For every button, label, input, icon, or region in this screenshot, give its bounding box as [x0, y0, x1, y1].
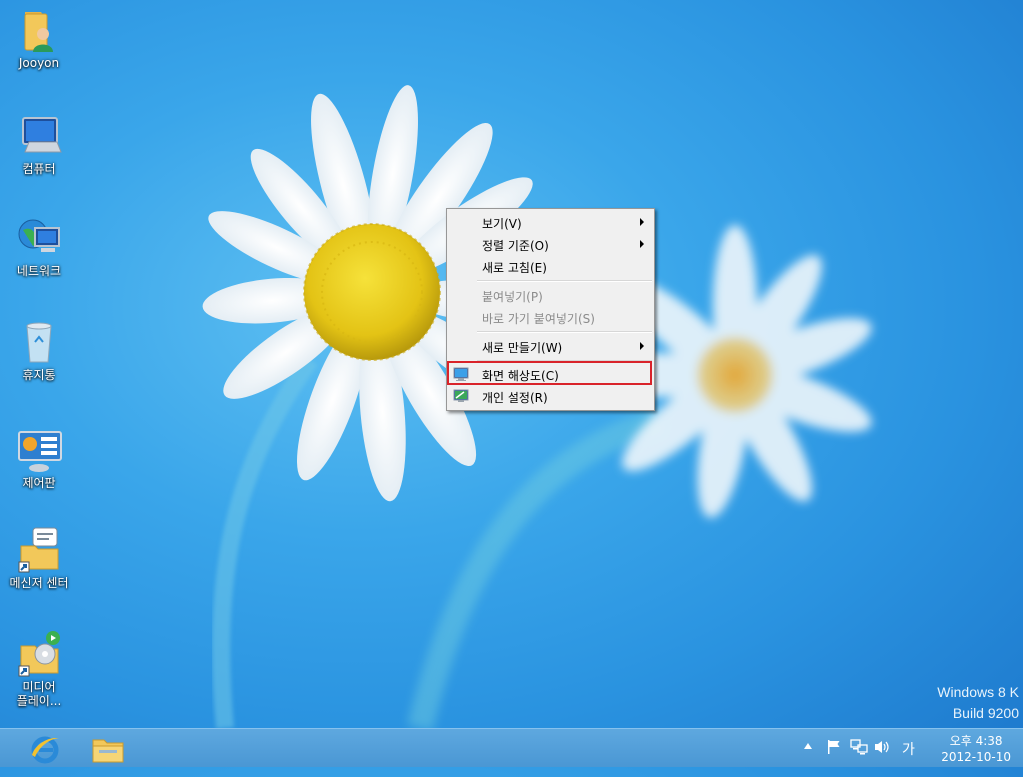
- desktop-icon-label: 네트워크: [16, 264, 62, 278]
- desktop-icon-media-player[interactable]: 미디어 플레이...: [0, 630, 79, 708]
- desktop-icon-jooyon[interactable]: Jooyon: [0, 6, 79, 70]
- desktop-icon-label: 메신저 센터: [9, 576, 69, 590]
- media-player-folder-icon: [15, 630, 63, 678]
- menu-item-refresh[interactable]: 새로 고침(E): [447, 255, 654, 277]
- desktop-icon-control-panel[interactable]: 제어판: [0, 426, 79, 490]
- submenu-arrow-icon: [640, 342, 644, 350]
- control-panel-icon: [15, 426, 63, 474]
- desktop-context-menu: 보기(V) 정렬 기준(O) 새로 고침(E) 붙여넣기(P) 바로 가기 붙여…: [446, 208, 655, 411]
- desktop-icon-messenger-center[interactable]: 메신저 센터: [0, 526, 79, 590]
- action-center-flag-icon[interactable]: [826, 739, 842, 777]
- menu-item-label: 개인 설정(R): [482, 391, 548, 405]
- desktop-icon-label: 컴퓨터: [22, 162, 56, 176]
- menu-item-label: 보기(V): [482, 217, 522, 231]
- clock-date: 2012-10-10: [941, 750, 1011, 764]
- taskbar-button-internet-explorer[interactable]: [16, 730, 74, 766]
- menu-item-label: 바로 가기 붙여넣기(S): [482, 312, 595, 326]
- menu-item-label: 정렬 기준(O): [482, 239, 549, 253]
- menu-item-paste-shortcut[interactable]: 바로 가기 붙여넣기(S): [447, 306, 654, 328]
- desktop-icon-label-line1: 미디어: [22, 680, 56, 694]
- desktop-icon-recycle-bin[interactable]: 휴지통: [0, 318, 79, 382]
- menu-item-label: 새로 고침(E): [482, 261, 547, 275]
- volume-icon[interactable]: [874, 739, 890, 777]
- internet-explorer-icon: [29, 733, 61, 769]
- menu-item-sort-by[interactable]: 정렬 기준(O): [447, 233, 654, 255]
- desktop-icon-label: 휴지통: [22, 368, 56, 382]
- desktop-icon-network[interactable]: 네트워크: [0, 214, 79, 278]
- taskbar: 가 오후 4:38 2012-10-10: [0, 728, 1023, 767]
- show-hidden-icons-chevron[interactable]: [804, 743, 812, 749]
- desktop-icon-label: Jooyon: [18, 56, 60, 70]
- network-icon[interactable]: [850, 739, 868, 777]
- messenger-center-icon: [15, 526, 63, 574]
- taskbar-button-file-explorer[interactable]: [79, 730, 137, 766]
- watermark-line2: Build 9200: [952, 705, 1019, 721]
- watermark-line1: Windows 8 K: [937, 684, 1019, 700]
- menu-item-label: 붙여넣기(P): [482, 290, 543, 304]
- menu-item-paste[interactable]: 붙여넣기(P): [447, 284, 654, 306]
- desktop-icon-label: 제어판: [22, 476, 56, 490]
- menu-item-view[interactable]: 보기(V): [447, 211, 654, 233]
- submenu-arrow-icon: [640, 240, 644, 248]
- personalize-icon: [453, 388, 469, 404]
- computer-icon: [15, 112, 63, 160]
- highlight-annotation-box: [447, 361, 652, 385]
- menu-item-label: 새로 만들기(W): [482, 341, 563, 355]
- clock[interactable]: 오후 4:38 2012-10-10: [941, 733, 1011, 765]
- desktop-icon-label-line2: 플레이...: [16, 694, 62, 708]
- desktop-icon-computer[interactable]: 컴퓨터: [0, 112, 79, 176]
- menu-item-personalize[interactable]: 개인 설정(R): [447, 385, 654, 407]
- recycle-bin-icon: [15, 318, 63, 366]
- menu-separator: [477, 280, 652, 282]
- menu-separator: [477, 331, 652, 333]
- submenu-arrow-icon: [640, 218, 644, 226]
- menu-item-new[interactable]: 새로 만들기(W): [447, 335, 654, 357]
- clock-time: 오후 4:38: [949, 734, 1003, 748]
- file-explorer-icon: [91, 734, 125, 768]
- user-folder-icon: [15, 6, 63, 54]
- windows-build-watermark: Windows 8 K Build 9200: [937, 684, 1019, 721]
- network-icon: [15, 214, 63, 262]
- ime-indicator[interactable]: 가: [902, 739, 915, 777]
